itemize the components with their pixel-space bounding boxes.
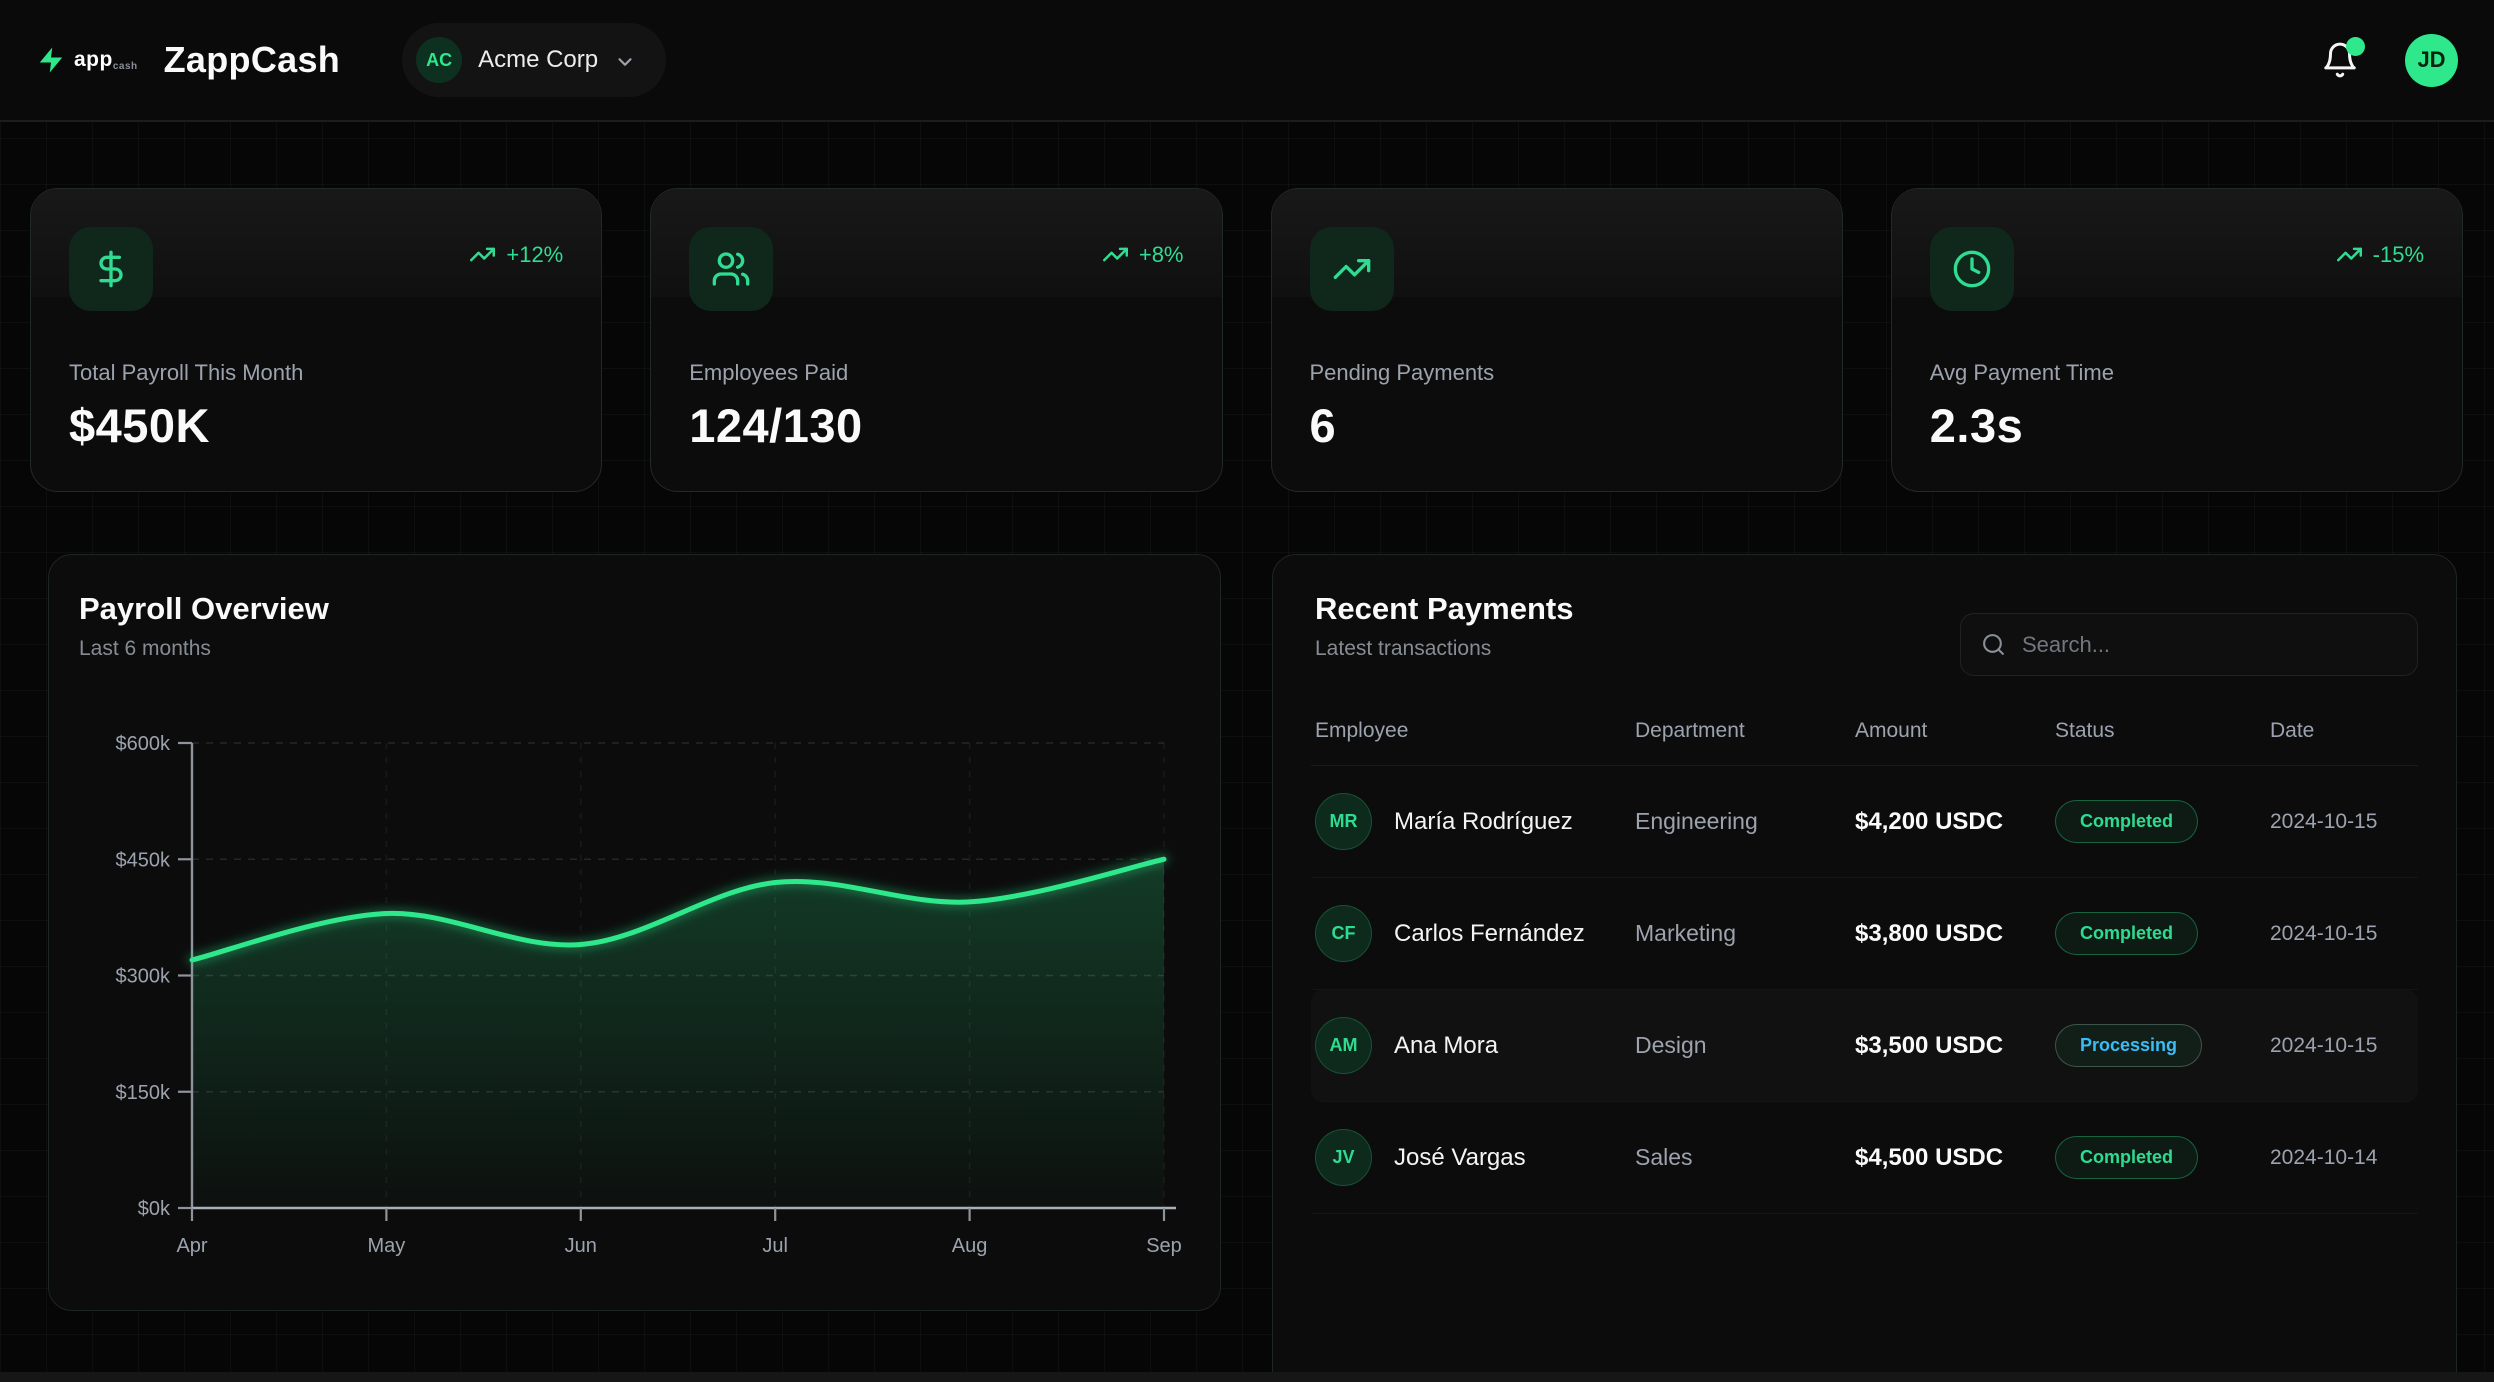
payroll-overview-panel: Payroll Overview Last 6 months $0k$150k$… [48,554,1221,1311]
trending-up-icon [1102,241,1129,268]
org-avatar: AC [416,37,462,83]
search-box [1960,613,2418,676]
amount: $3,500 USDC [1855,1028,2005,1064]
svg-text:May: May [368,1235,406,1257]
trending-up-icon [469,241,496,268]
svg-text:$300k: $300k [116,966,171,988]
employee-name: Ana Mora [1394,1028,1498,1064]
status-badge: Completed [2055,912,2198,955]
svg-text:Apr: Apr [176,1235,207,1257]
stat-value: $450K [69,398,563,453]
employee-name: José Vargas [1394,1140,1526,1176]
stat-label: Pending Payments [1310,360,1804,386]
col-amount: Amount [1855,719,2055,743]
table-row[interactable]: JV José Vargas Sales $4,500 USDC Complet… [1311,1102,2418,1214]
stat-label: Employees Paid [689,360,1183,386]
svg-text:Jun: Jun [565,1235,597,1257]
clock-iconbox [1930,227,2014,311]
stat-card-employees-paid: +8% Employees Paid 124/130 [650,188,1222,492]
table-header: Employee Department Amount Status Date [1311,705,2418,766]
svg-text:Sep: Sep [1146,1235,1182,1257]
payroll-area-chart: $0k $150k $300k $450k $600k Apr May Jun Jul Aug Se… [49,555,1221,1311]
table-row[interactable]: CF Carlos Fernández Marketing $3,800 USD… [1311,878,2418,990]
department: Marketing [1635,920,1855,947]
recent-payments-panel: Recent Payments Latest transactions Empl… [1272,554,2457,1382]
table-row[interactable]: MR María Rodríguez Engineering $4,200 US… [1311,766,2418,878]
trend-badge: -15% [2336,241,2424,268]
svg-text:Jul: Jul [762,1235,788,1257]
status-badge: Completed [2055,1136,2198,1179]
avatar: AM [1315,1017,1372,1074]
department: Design [1635,1032,1855,1059]
svg-text:$600k: $600k [116,733,171,755]
amount: $3,800 USDC [1855,916,2005,952]
org-switcher[interactable]: AC Acme Corp [402,23,666,97]
trend-badge: +8% [1102,241,1184,268]
trending-up-icon [1332,249,1372,289]
stat-value: 2.3s [1930,398,2424,453]
svg-text:$450k: $450k [116,849,171,871]
stat-value: 124/130 [689,398,1183,453]
logo-sub: cash [113,61,138,72]
stat-value: 6 [1310,398,1804,453]
dollar-sign-icon [91,249,131,289]
trend-badge: +12% [469,241,563,268]
status-badge: Processing [2055,1024,2202,1067]
col-date: Date [2270,719,2420,743]
col-employee: Employee [1315,719,1635,743]
app-logo: appcash [36,39,138,81]
svg-text:$0k: $0k [138,1198,171,1220]
department: Engineering [1635,808,1855,835]
svg-text:Aug: Aug [952,1235,988,1257]
svg-text:$150k: $150k [116,1082,171,1104]
stat-card-pending-payments: Pending Payments 6 [1271,188,1843,492]
amount: $4,500 USDC [1855,1140,2005,1176]
clock-icon [1952,249,1992,289]
date: 2024-10-15 [2270,1030,2384,1062]
search-icon [1981,632,2006,657]
logo-word: appcash [74,48,138,72]
date: 2024-10-14 [2270,1142,2384,1174]
stat-card-total-payroll: +12% Total Payroll This Month $450K [30,188,602,492]
stat-card-avg-payment-time: -15% Avg Payment Time 2.3s [1891,188,2463,492]
bottom-section-edge [0,1372,2494,1382]
users-icon [711,249,751,289]
search-input[interactable] [2022,632,2397,658]
date: 2024-10-15 [2270,806,2384,838]
stats-row: +12% Total Payroll This Month $450K +8% … [30,188,2463,492]
employee-name: Carlos Fernández [1394,916,1585,952]
avatar: MR [1315,793,1372,850]
chevron-down-icon [614,51,636,73]
date: 2024-10-15 [2270,918,2384,950]
notifications-button[interactable] [2321,41,2359,79]
avatar: CF [1315,905,1372,962]
top-nav: appcash ZappCash AC Acme Corp JD [0,0,2494,122]
employee-name: María Rodríguez [1394,804,1573,840]
table-row[interactable]: AM Ana Mora Design $3,500 USDC Processin… [1311,990,2418,1102]
brand-title: ZappCash [164,39,340,81]
stat-label: Total Payroll This Month [69,360,563,386]
panels-row: Payroll Overview Last 6 months $0k$150k$… [48,554,2457,1382]
notification-dot [2346,37,2365,56]
col-status: Status [2055,719,2270,743]
status-badge: Completed [2055,800,2198,843]
org-name: Acme Corp [478,46,598,74]
lightning-bolt-icon [36,39,66,81]
trending-up-icon [2336,241,2363,268]
trending-iconbox [1310,227,1394,311]
col-department: Department [1635,719,1855,743]
user-avatar[interactable]: JD [2405,34,2458,87]
amount: $4,200 USDC [1855,804,2005,840]
stat-label: Avg Payment Time [1930,360,2424,386]
department: Sales [1635,1144,1855,1171]
avatar: JV [1315,1129,1372,1186]
users-iconbox [689,227,773,311]
payments-table: Employee Department Amount Status Date M… [1311,705,2418,1214]
dollar-iconbox [69,227,153,311]
